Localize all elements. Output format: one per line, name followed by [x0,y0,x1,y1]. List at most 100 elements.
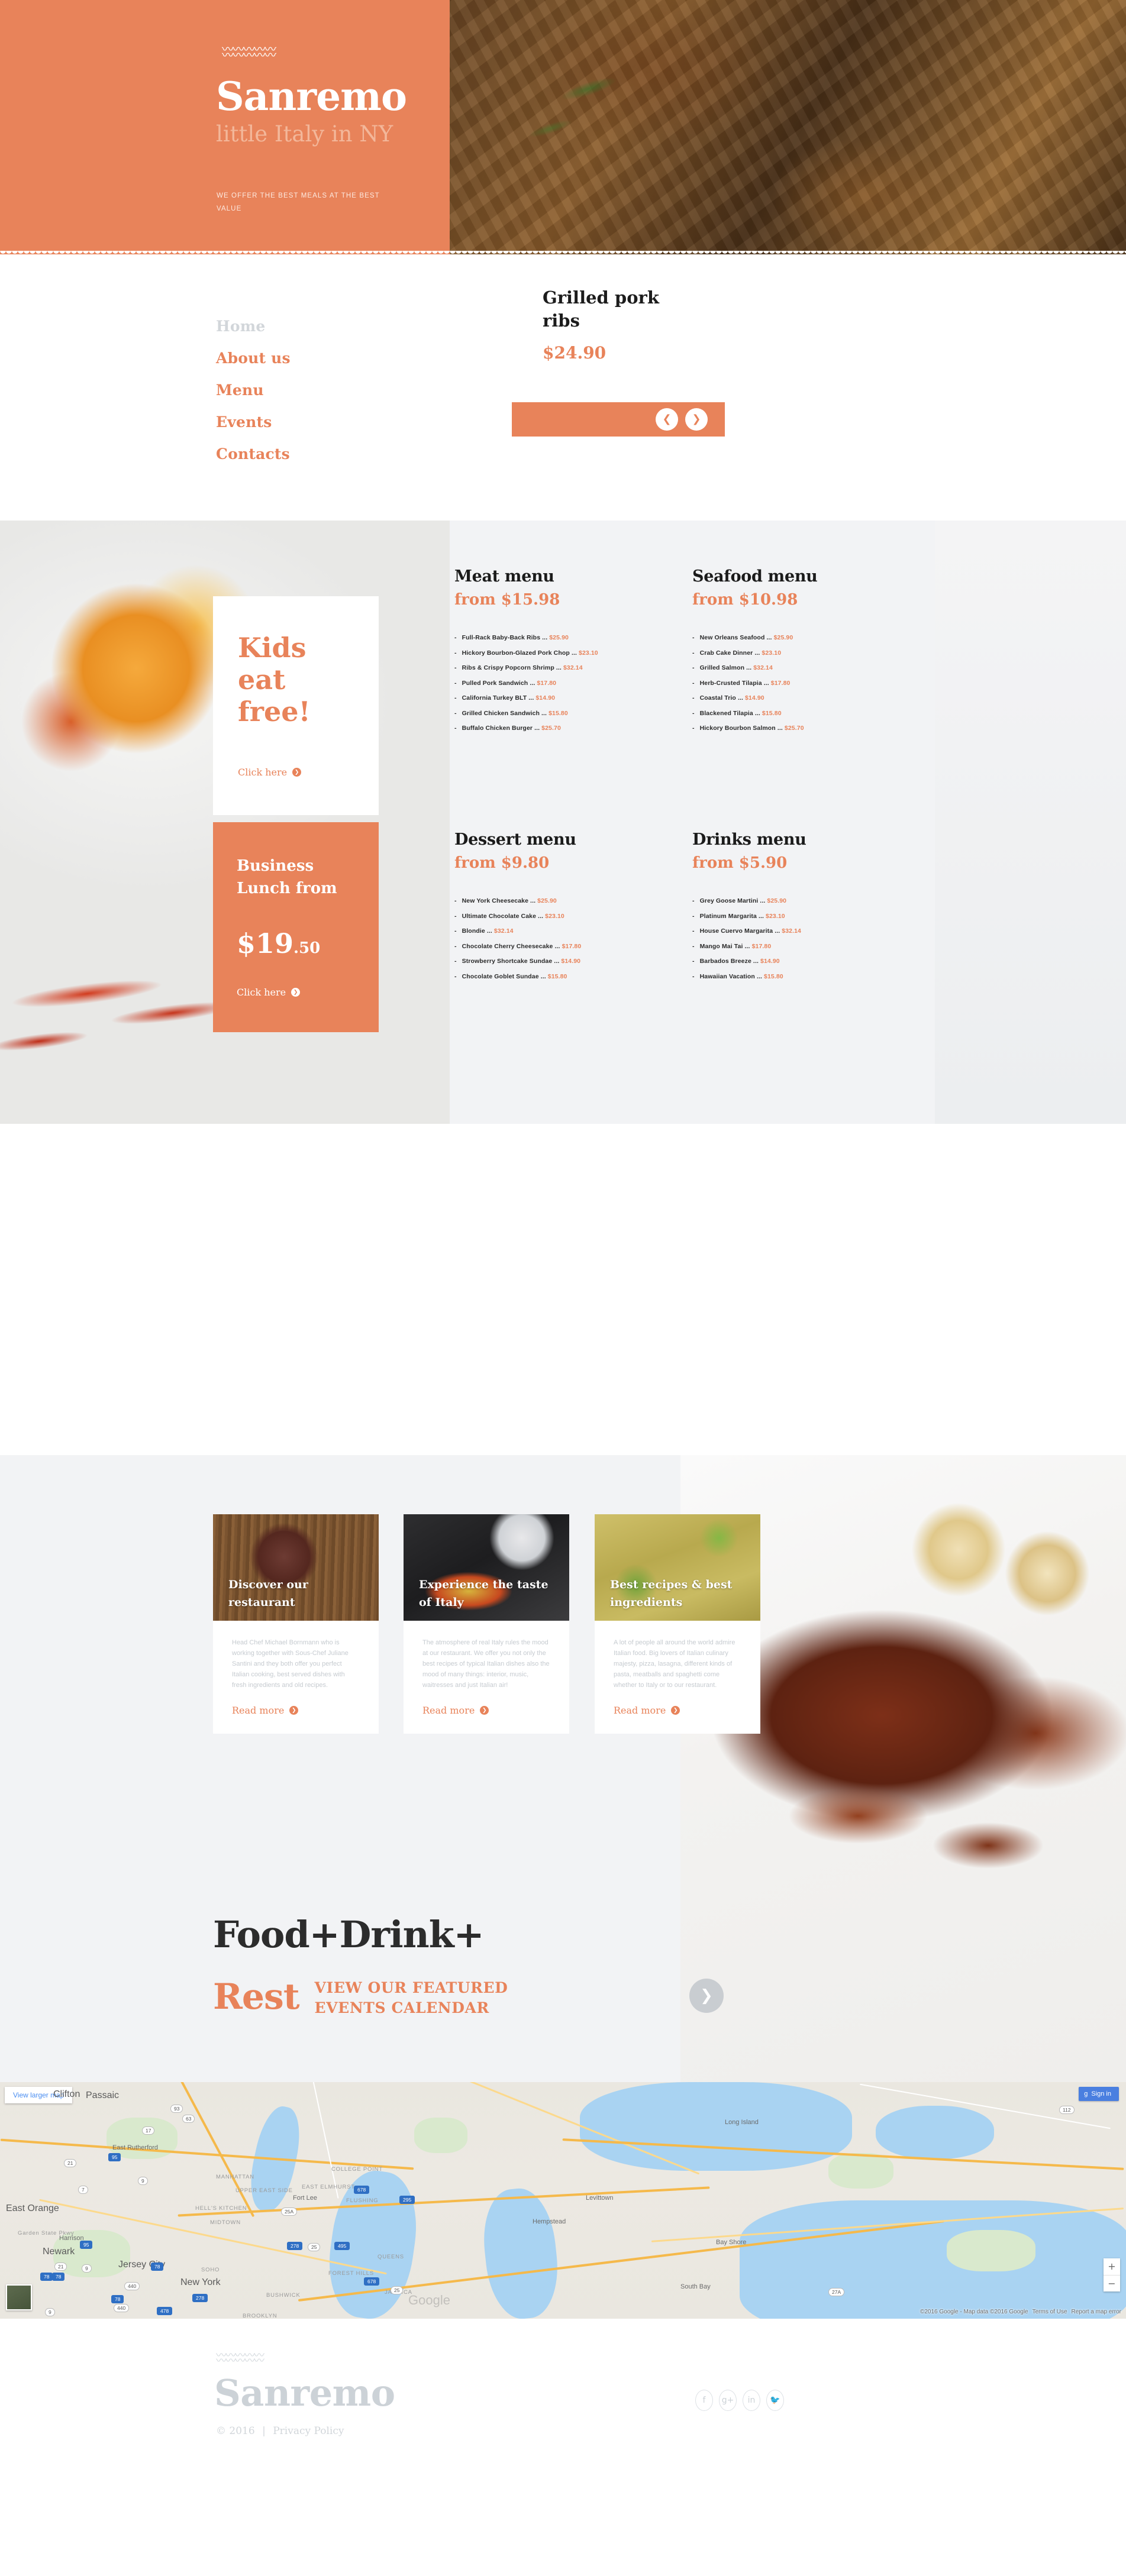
menu-item[interactable]: - Hickory Bourbon-Glazed Pork Chop ... $2… [454,646,703,661]
map-route-shield: 93 [170,2105,183,2113]
promo-lunch-cta[interactable]: Click here ❯ [237,987,301,998]
map-zoom-out-button[interactable]: − [1104,2275,1120,2291]
map-place-label: UPPER EAST SIDE [235,2187,293,2194]
map-place-label: BROOKLYN [243,2313,278,2319]
menu-item[interactable]: - Hickory Bourbon Salmon ... $25.70 [692,721,941,736]
menu-column-seafood: Seafood menu from $10.98 - New Orleans Se… [692,568,941,736]
slider-caption-card: Grilled pork ribs $24.90 [512,260,725,402]
chevron-right-icon: ❯ [671,1706,680,1715]
map-place-label: Passaic [86,2090,120,2100]
map-place-label: FLUSHING [346,2197,379,2204]
linkedin-icon[interactable]: in [743,2390,760,2411]
nav-item-about-us[interactable]: About us [216,342,291,374]
google-sign-in-button[interactable]: g Sign in [1079,2087,1119,2101]
privacy-policy-link[interactable]: Privacy Policy [273,2425,344,2437]
menu-section: Meat menu from $15.98 - Full-Rack Baby-Ba… [0,521,1126,1124]
map-route-shield: 78 [111,2295,124,2303]
menu-item[interactable]: - Mango Mai Tai ... $17.80 [692,939,941,955]
map-place-label: BUSHWICK [266,2292,301,2299]
menu-item[interactable]: - Platinum Margarita ... $23.10 [692,909,941,925]
map-copyright: ©2016 Google - Map data ©2016 Google [919,2309,1028,2315]
feature-card-body: Head Chef Michael Bornmann who is workin… [213,1621,379,1734]
menu-item-list: - New York Cheesecake ... $25.90 - Ultimat… [454,894,703,984]
google-plus-icon[interactable]: g+ [719,2390,737,2411]
menu-item[interactable]: - Blackened Tilapia ... $15.80 [692,706,941,722]
menu-item[interactable]: - Ribs & Crispy Popcorn Shrimp ... $32.14 [454,661,703,676]
slider-dish-price: $24.90 [543,343,606,363]
menu-item[interactable]: - Grilled Chicken Sandwich ... $15.80 [454,706,703,722]
map-place-label: FOREST HILLS [328,2270,374,2277]
feature-card-text: A lot of people all around the world adm… [614,1639,735,1689]
twitter-icon[interactable]: 🐦 [766,2390,784,2411]
google-map[interactable]: View larger map g Sign in + − Google ©20… [0,2082,1126,2319]
promo-kids-cta-label: Click here [238,767,288,778]
menu-columns: Meat menu from $15.98 - Full-Rack Baby-Ba… [450,521,1126,1124]
promo-lunch-title: Business Lunch from [237,857,337,897]
nav-item-menu[interactable]: Menu [216,374,291,406]
menu-item[interactable]: - New Orleans Seafood ... $25.90 [692,631,941,646]
map-report-link[interactable]: Report a map error [1072,2309,1121,2315]
map-place-label: Bay Shore [716,2239,747,2246]
map-zoom-in-button[interactable]: + [1104,2258,1120,2275]
feature-card-read-more[interactable]: Read more ❯ [232,1705,360,1716]
feature-card-recipes: Best recipes & best ingredients A lot of… [595,1514,760,1734]
menu-item[interactable]: - New York Cheesecake ... $25.90 [454,894,703,909]
menu-item[interactable]: - Herb-Crusted Tilapia ... $17.80 [692,676,941,691]
facebook-icon[interactable]: f [695,2390,713,2411]
menu-from-price: from $15.98 [454,590,560,609]
menu-item[interactable]: - House Cuervo Margarita ... $32.14 [692,924,941,939]
menu-item[interactable]: - Coastal Trio ... $14.90 [692,691,941,706]
slider-next-button[interactable]: ❯ [685,408,708,431]
menu-item[interactable]: - Barbados Breeze ... $14.90 [692,954,941,969]
map-route-shield: 25 [308,2243,321,2251]
map-route-shield: 21 [54,2263,67,2271]
map-route-shield: 440 [124,2282,140,2290]
map-route-shield: 278 [192,2294,208,2302]
menu-item[interactable]: - Crab Cake Dinner ... $23.10 [692,646,941,661]
menu-item[interactable]: - Grey Goose Martini ... $25.90 [692,894,941,909]
banner-events-cta[interactable]: VIEW OUR FEATURED EVENTS CALENDAR [315,1976,508,2018]
menu-item[interactable]: - Blondie ... $32.14 [454,924,703,939]
promo-kids-title: Kids eat free! [238,632,311,728]
promo-kids-eat-free[interactable]: Kids eat free! Click here ❯ [213,596,379,815]
banner-headline-line1: Food+Drink+ [213,1913,485,1956]
map-place-label: SOHO [201,2267,220,2273]
menu-item[interactable]: - Pulled Pork Sandwich ... $17.80 [454,676,703,691]
promo-kids-cta[interactable]: Click here ❯ [238,767,302,778]
menu-item-list: - New Orleans Seafood ... $25.90 - Crab Ca… [692,631,941,736]
slider-prev-button[interactable]: ❮ [656,408,678,431]
nav-item-contacts[interactable]: Contacts [216,438,291,470]
map-place-label: Long Island [725,2119,759,2126]
scallop-divider [0,251,1126,258]
brand-tagline: little Italy in NY [216,121,393,147]
map-satellite-thumbnail[interactable] [6,2284,32,2310]
menu-title: Drinks menu [692,830,806,849]
menu-item[interactable]: - Hawaiian Vacation ... $15.80 [692,969,941,985]
banner-next-arrow-button[interactable]: ❯ [689,1979,724,2013]
menu-item[interactable]: - Strowberry Shortcake Sundae ... $14.90 [454,954,703,969]
menu-item[interactable]: - Chocolate Goblet Sundae ... $15.80 [454,969,703,985]
menu-item[interactable]: - Full-Rack Baby-Back Ribs ... $25.90 [454,631,703,646]
feature-card-read-more[interactable]: Read more ❯ [422,1705,550,1716]
map-terms-link[interactable]: Terms of Use [1033,2309,1067,2315]
feature-card-image: Experience the taste of Italy [404,1514,569,1621]
map-route-shield: 495 [334,2242,350,2250]
map-place-label: Garden State Pkwy [18,2230,75,2236]
feature-card-experience: Experience the taste of Italy The atmosp… [404,1514,569,1734]
promo-business-lunch[interactable]: Business Lunch from $19.50 Click here ❯ [213,822,379,1032]
feature-card-read-more[interactable]: Read more ❯ [614,1705,741,1716]
menu-item[interactable]: - California Turkey BLT ... $14.90 [454,691,703,706]
menu-item[interactable]: - Buffalo Chicken Burger ... $25.70 [454,721,703,736]
menu-title: Dessert menu [454,830,576,849]
menu-item-list: - Grey Goose Martini ... $25.90 - Platinum… [692,894,941,984]
nav-item-events[interactable]: Events [216,406,291,438]
slider-controls-bar: ❮ ❯ [512,402,725,437]
menu-item[interactable]: - Ultimate Chocolate Cake ... $23.10 [454,909,703,925]
slider-dish-title: Grilled pork ribs [543,287,659,331]
menu-item[interactable]: - Grilled Salmon ... $32.14 [692,661,941,676]
map-place-label: HELL'S KITCHEN [195,2205,247,2212]
map-route-shield: 25A [281,2207,298,2216]
banner-cta-line1: VIEW OUR FEATURED [314,1979,508,1996]
nav-item-home[interactable]: Home [216,311,291,342]
menu-item[interactable]: - Chocolate Cherry Cheesecake ... $17.80 [454,939,703,955]
